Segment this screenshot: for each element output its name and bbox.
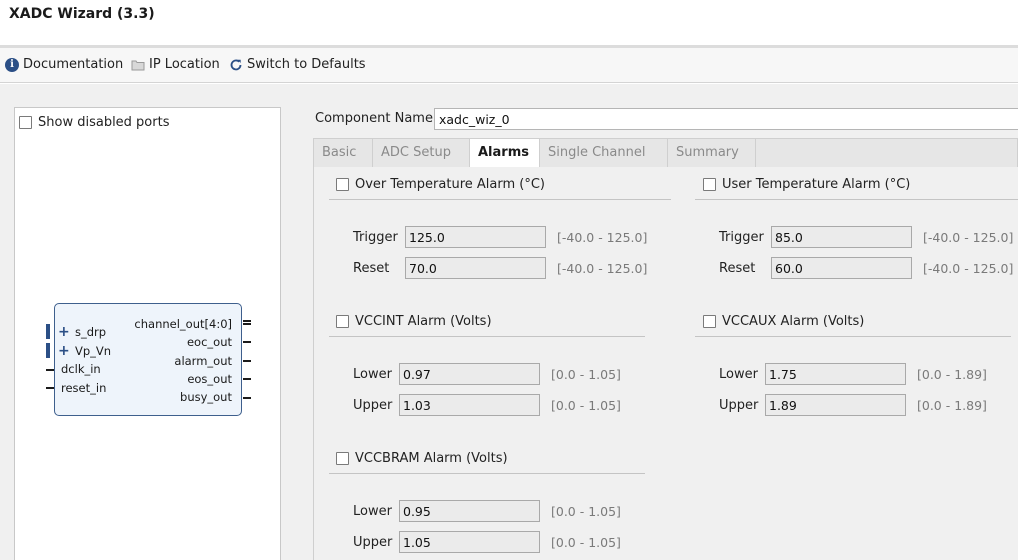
- switch-defaults-button[interactable]: Switch to Defaults: [229, 57, 366, 72]
- vccaux-upper-label: Upper: [719, 398, 759, 413]
- vccint-lower-input[interactable]: [399, 363, 540, 385]
- vccint-upper-input[interactable]: [399, 394, 540, 416]
- port-channel-out: channel_out[4:0]: [134, 317, 232, 331]
- pin-busy-out: [243, 397, 251, 399]
- vccint-upper-range: [0.0 - 1.05]: [551, 398, 621, 413]
- group-divider: [695, 336, 1011, 337]
- tab-bar: Basic ADC Setup Alarms Single Channel Su…: [313, 138, 1018, 169]
- component-name-label: Component Name: [315, 111, 433, 126]
- user-temp-alarm-checkbox[interactable]: [703, 178, 716, 191]
- vccaux-upper-range: [0.0 - 1.89]: [917, 398, 987, 413]
- vccbram-upper-label: Upper: [353, 535, 393, 550]
- tab-summary[interactable]: Summary: [668, 139, 756, 168]
- vccbram-alarm-toggle[interactable]: VCCBRAM Alarm (Volts): [336, 451, 508, 466]
- vccint-alarm-checkbox[interactable]: [336, 315, 349, 328]
- over-temp-trigger-input[interactable]: [405, 226, 546, 248]
- over-temp-alarm-title: Over Temperature Alarm (°C): [355, 177, 545, 192]
- documentation-label: Documentation: [23, 57, 124, 72]
- vccaux-upper-input[interactable]: [765, 394, 906, 416]
- tab-single-channel[interactable]: Single Channel: [540, 139, 668, 168]
- port-busy-out: busy_out: [180, 390, 232, 404]
- info-icon: i: [5, 57, 19, 72]
- tab-adc-setup[interactable]: ADC Setup: [373, 139, 470, 168]
- vccaux-lower-label: Lower: [719, 367, 758, 382]
- user-temp-alarm-toggle[interactable]: User Temperature Alarm (°C): [703, 177, 910, 192]
- toolbar: i Documentation IP Location Switch to De…: [0, 48, 1018, 83]
- vccbram-upper-range: [0.0 - 1.05]: [551, 535, 621, 550]
- user-temp-alarm-title: User Temperature Alarm (°C): [722, 177, 911, 192]
- pin-eoc-out: [243, 341, 251, 343]
- interface-marker: [46, 343, 50, 358]
- pin-eos-out: [243, 378, 251, 380]
- user-temp-trigger-label: Trigger: [719, 230, 764, 245]
- port-reset-in: reset_in: [61, 381, 107, 395]
- vccint-lower-range: [0.0 - 1.05]: [551, 367, 621, 382]
- ip-location-button[interactable]: IP Location: [131, 57, 220, 72]
- vccbram-alarm-title: VCCBRAM Alarm (Volts): [355, 451, 508, 466]
- folder-icon: [131, 58, 145, 72]
- tab-alarms[interactable]: Alarms: [470, 139, 540, 169]
- vccaux-alarm-checkbox[interactable]: [703, 315, 716, 328]
- pin-dclk-in: [46, 369, 54, 371]
- pin-reset-in: [46, 387, 54, 389]
- pin-alarm-out: [243, 360, 251, 362]
- group-divider: [695, 199, 1018, 200]
- group-divider: [329, 473, 645, 474]
- vccbram-lower-input[interactable]: [399, 500, 540, 522]
- user-temp-reset-range: [-40.0 - 125.0]: [923, 261, 1014, 276]
- over-temp-reset-input[interactable]: [405, 257, 546, 279]
- show-disabled-ports-toggle[interactable]: Show disabled ports: [19, 115, 169, 130]
- group-divider: [329, 199, 671, 200]
- expand-icon[interactable]: +: [58, 325, 70, 339]
- vccint-alarm-title: VCCINT Alarm (Volts): [355, 314, 492, 329]
- vccaux-lower-range: [0.0 - 1.89]: [917, 367, 987, 382]
- interface-marker: [46, 324, 50, 339]
- refresh-icon: [229, 58, 243, 72]
- show-disabled-ports-label: Show disabled ports: [38, 115, 170, 130]
- vccbram-lower-label: Lower: [353, 504, 392, 519]
- switch-defaults-label: Switch to Defaults: [247, 57, 366, 72]
- vccbram-upper-input[interactable]: [399, 531, 540, 553]
- user-temp-reset-input[interactable]: [771, 257, 912, 279]
- port-dclk-in: dclk_in: [61, 362, 101, 376]
- user-temp-reset-label: Reset: [719, 261, 756, 276]
- vccbram-alarm-checkbox[interactable]: [336, 452, 349, 465]
- vccaux-alarm-title: VCCAUX Alarm (Volts): [722, 314, 865, 329]
- port-s-drp: s_drp: [75, 325, 107, 339]
- vccaux-lower-input[interactable]: [765, 363, 906, 385]
- expand-icon[interactable]: +: [58, 344, 70, 358]
- vccbram-lower-range: [0.0 - 1.05]: [551, 504, 621, 519]
- over-temp-alarm-toggle[interactable]: Over Temperature Alarm (°C): [336, 177, 545, 192]
- tab-basic[interactable]: Basic: [314, 139, 373, 168]
- ip-symbol-panel: Show disabled ports + s_drp + Vp_Vn dclk…: [14, 107, 281, 560]
- over-temp-reset-range: [-40.0 - 125.0]: [557, 261, 648, 276]
- port-eoc-out: eoc_out: [186, 335, 232, 349]
- show-disabled-ports-checkbox[interactable]: [19, 116, 32, 129]
- ip-location-label: IP Location: [149, 57, 220, 72]
- vccint-lower-label: Lower: [353, 367, 392, 382]
- vccaux-alarm-toggle[interactable]: VCCAUX Alarm (Volts): [703, 314, 864, 329]
- pin-channel-out: [243, 320, 251, 325]
- user-temp-trigger-range: [-40.0 - 125.0]: [923, 230, 1014, 245]
- over-temp-trigger-range: [-40.0 - 125.0]: [557, 230, 648, 245]
- documentation-button[interactable]: i Documentation: [5, 57, 123, 72]
- window-title: XADC Wizard (3.3): [9, 6, 155, 22]
- ip-block-symbol[interactable]: + s_drp + Vp_Vn dclk_in reset_in channel…: [46, 303, 251, 416]
- user-temp-trigger-input[interactable]: [771, 226, 912, 248]
- port-eos-out: eos_out: [187, 372, 232, 386]
- group-divider: [329, 336, 645, 337]
- over-temp-alarm-checkbox[interactable]: [336, 178, 349, 191]
- over-temp-trigger-label: Trigger: [353, 230, 398, 245]
- vccint-alarm-toggle[interactable]: VCCINT Alarm (Volts): [336, 314, 492, 329]
- port-alarm-out: alarm_out: [174, 354, 232, 368]
- vccint-upper-label: Upper: [353, 398, 393, 413]
- port-vp-vn: Vp_Vn: [75, 344, 112, 358]
- component-name-input[interactable]: [434, 108, 1018, 130]
- over-temp-reset-label: Reset: [353, 261, 390, 276]
